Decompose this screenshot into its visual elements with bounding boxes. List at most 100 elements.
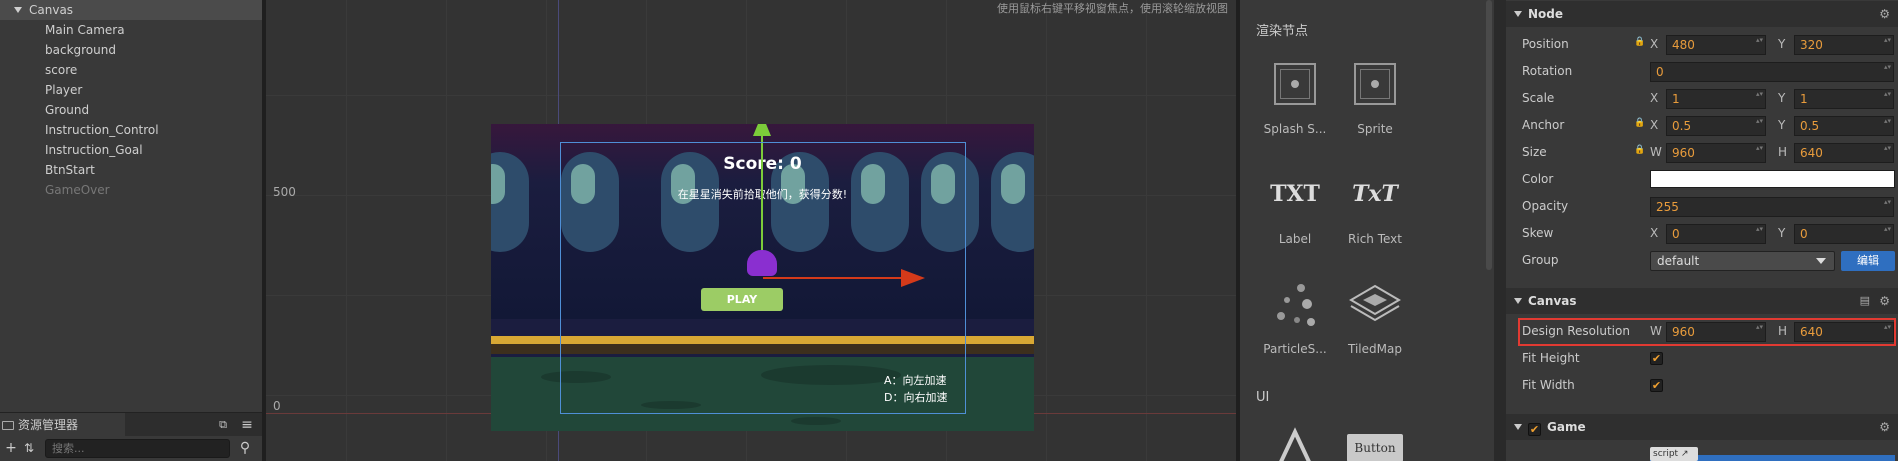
skew-y-input[interactable]: 0 (1794, 224, 1894, 244)
panel-divider[interactable] (1494, 0, 1506, 461)
lib-item-label: Label (1278, 232, 1312, 246)
lock-icon[interactable]: 🔒 (1634, 118, 1645, 128)
rich-text-glyph: TxT (1352, 181, 1398, 207)
fit-width-checkbox[interactable]: ✔ (1650, 379, 1663, 392)
scale-x-input[interactable]: 1 (1666, 89, 1766, 109)
prop-label: Fit Width (1522, 378, 1575, 392)
tree-node-gameover[interactable]: GameOver (0, 180, 262, 200)
rotation-input[interactable]: 0 (1650, 62, 1894, 82)
gear-icon[interactable]: ⚙ (1879, 414, 1890, 440)
caret-down-icon[interactable] (14, 7, 22, 13)
search-icon[interactable]: ⚲ (236, 439, 254, 457)
tree-node-instruction-goal[interactable]: Instruction_Goal (0, 140, 262, 160)
layout-icon (1267, 420, 1323, 461)
position-y-input[interactable]: 320 (1794, 35, 1894, 55)
external-link-icon[interactable]: ↗ (1678, 449, 1689, 459)
tree-node-btnstart[interactable]: BtnStart (0, 160, 262, 180)
prop-label: Rotation (1522, 64, 1573, 78)
assets-tab-label: 资源管理器 (18, 418, 79, 432)
tree-node-score[interactable]: score (0, 60, 262, 80)
ground-spot (791, 417, 841, 425)
prop-opacity: Opacity 255 (1506, 194, 1898, 221)
rich-text-icon: TxT (1347, 166, 1403, 222)
prop-fit-width: Fit Width ✔ (1506, 373, 1898, 400)
section-game-header[interactable]: ✔ Game ⚙ (1506, 414, 1898, 440)
anchor-y-input[interactable]: 0.5 (1794, 116, 1894, 136)
prop-scale: Scale X 1 Y 1 (1506, 86, 1898, 113)
axis-y-label: Y (1778, 226, 1786, 240)
properties-panel: Node ⚙ Position 🔒 X 480 Y 320 Rotation 0… (1506, 0, 1898, 461)
axis-label-0: 0 (273, 399, 281, 413)
prop-color: Color (1506, 167, 1898, 194)
lib-item-label: Sprite (1357, 122, 1393, 136)
menu-icon[interactable]: ≡ (238, 416, 256, 434)
gizmo-y-arrow-icon[interactable] (753, 124, 771, 136)
fit-height-checkbox[interactable]: ✔ (1650, 352, 1663, 365)
lib-item-tiledmap[interactable]: TiledMap (1340, 276, 1410, 356)
prop-label: Scale (1522, 91, 1555, 105)
anchor-x-input[interactable]: 0.5 (1666, 116, 1766, 136)
popout-icon[interactable]: ⧉ (214, 416, 232, 434)
caret-down-icon (1514, 424, 1522, 430)
section-canvas-header[interactable]: Canvas ▤ ⚙ (1506, 288, 1898, 314)
tree-node-player[interactable]: Player (0, 80, 262, 100)
section-node-header[interactable]: Node ⚙ (1506, 1, 1898, 27)
caret-down-icon (1514, 298, 1522, 304)
assets-tab[interactable]: 资源管理器 (0, 413, 125, 437)
library-scrollbar[interactable] (1486, 0, 1492, 270)
edit-group-button[interactable]: 编辑 (1841, 251, 1895, 271)
axis-y-label: Y (1778, 91, 1786, 105)
dropdown-arrow-icon (1816, 258, 1826, 264)
add-icon[interactable]: + (2, 439, 20, 457)
gear-icon[interactable]: ⚙ (1879, 288, 1890, 314)
axis-y-label: Y (1778, 118, 1786, 132)
sort-icon[interactable]: ⇅ (20, 439, 38, 457)
lib-item-button[interactable]: Button (1340, 434, 1410, 461)
prop-label: Skew (1522, 226, 1554, 240)
scene-hint-text: 使用鼠标右键平移视窗焦点，使用滚轮缩放视图 (997, 2, 1228, 15)
lib-item-rich-text[interactable]: TxT Rich Text (1340, 166, 1410, 246)
script-tag-label: script (1653, 449, 1679, 459)
size-w-input[interactable]: 960 (1666, 143, 1766, 163)
tree-node-main-camera[interactable]: Main Camera (0, 20, 262, 40)
size-h-input[interactable]: 640 (1794, 143, 1894, 163)
skew-x-input[interactable]: 0 (1666, 224, 1766, 244)
scene-view[interactable]: 使用鼠标右键平移视窗焦点，使用滚轮缩放视图 500 0 Score: 0 在星星… (266, 0, 1236, 461)
gear-icon[interactable]: ⚙ (1879, 1, 1890, 27)
prop-rotation: Rotation 0 (1506, 59, 1898, 86)
lock-icon[interactable]: 🔒 (1634, 145, 1645, 155)
script-tag[interactable]: script ↗ (1650, 447, 1698, 461)
lib-item-splash-sprite[interactable]: Splash S... (1260, 56, 1330, 136)
prop-anchor: Anchor 🔒 X 0.5 Y 0.5 (1506, 113, 1898, 140)
help-book-icon[interactable]: ▤ (1860, 288, 1870, 314)
position-x-input[interactable]: 480 (1666, 35, 1766, 55)
group-select-value: default (1657, 254, 1700, 268)
game-enabled-checkbox[interactable]: ✔ (1528, 423, 1541, 436)
tiledmap-icon (1347, 276, 1403, 332)
hierarchy-panel: Canvas Main Camera background score Play… (0, 0, 262, 412)
color-picker[interactable] (1650, 170, 1895, 188)
tree-node-instruction-control[interactable]: Instruction_Control (0, 120, 262, 140)
axis-y-label: Y (1778, 37, 1786, 51)
lock-icon[interactable]: 🔒 (1634, 37, 1645, 47)
lib-item-particle-system[interactable]: ParticleS... (1260, 276, 1330, 356)
section-title: Node (1528, 7, 1564, 21)
lib-item-label: Rich Text (1348, 232, 1402, 246)
lib-item-sprite[interactable]: Sprite (1340, 56, 1410, 136)
opacity-input[interactable]: 255 (1650, 197, 1894, 217)
particle-system-icon (1267, 276, 1323, 332)
lib-item-layout[interactable] (1260, 420, 1330, 461)
tree-node-background[interactable]: background (0, 40, 262, 60)
axis-x-label: X (1650, 226, 1659, 240)
group-select[interactable]: default (1650, 251, 1835, 271)
label-glyph: TXT (1270, 181, 1320, 207)
axis-h-label: H (1778, 145, 1788, 159)
scale-y-input[interactable]: 1 (1794, 89, 1894, 109)
tree-node-label: Canvas (29, 3, 74, 17)
lib-item-label-node[interactable]: TXT Label (1260, 166, 1330, 246)
axis-x-label: X (1650, 91, 1659, 105)
axis-x-label: X (1650, 118, 1659, 132)
tree-node-canvas[interactable]: Canvas (0, 0, 262, 20)
tree-node-ground[interactable]: Ground (0, 100, 262, 120)
search-input[interactable] (45, 439, 230, 458)
